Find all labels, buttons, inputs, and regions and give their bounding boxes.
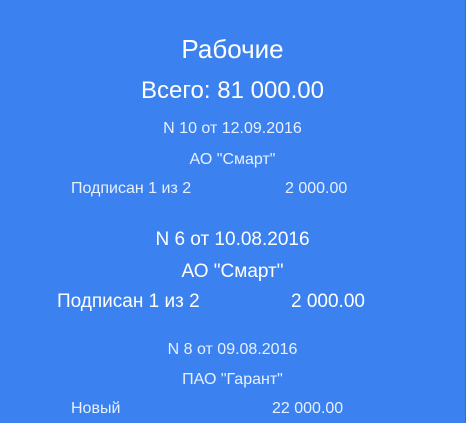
document-amount: 2 000.00 <box>291 291 365 312</box>
document-number-date: N 6 от 10.08.2016 <box>155 229 310 250</box>
document-company: АО "Смарт" <box>181 261 284 282</box>
document-status: Новый <box>71 400 121 417</box>
document-company: ПАО "Гарант" <box>182 371 283 388</box>
document-number-date: N 8 от 09.08.2016 <box>167 341 298 358</box>
document-number-date: N 10 от 12.09.2016 <box>163 120 302 137</box>
total-amount: Всего: 81 000.00 <box>140 77 325 104</box>
document-amount: 2 000.00 <box>285 180 348 197</box>
page-title: Рабочие <box>181 34 284 64</box>
documents-panel: Рабочие Всего: 81 000.00 N 10 от 12.09.2… <box>0 0 466 423</box>
document-status: Подписан 1 из 2 <box>71 180 192 197</box>
document-amount: 22 000.00 <box>272 400 344 417</box>
document-company: АО "Смарт" <box>189 151 276 168</box>
document-status: Подписан 1 из 2 <box>57 291 200 312</box>
